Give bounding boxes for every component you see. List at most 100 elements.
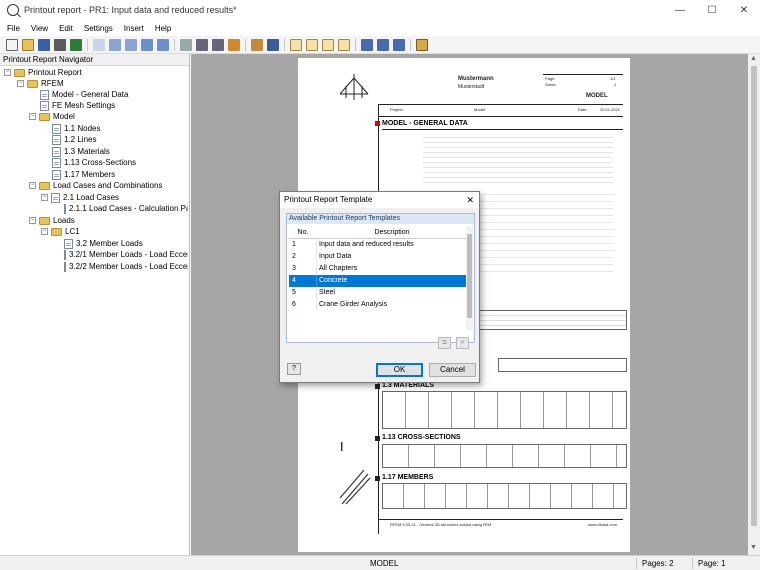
scrollbar-thumb[interactable] — [751, 66, 757, 526]
tree-item-printout-report[interactable]: − Printout Report — [4, 67, 82, 78]
header-line — [378, 116, 623, 117]
window-title: Printout report - PR1: Input data and re… — [24, 5, 237, 15]
report-template-icon[interactable] — [416, 38, 428, 51]
status-mode: MODEL — [370, 559, 399, 568]
fit-width-icon[interactable] — [180, 38, 192, 51]
tree-item-member-loads-ecc-2[interactable]: 3.2/2 Member Loads - Load Eccentricities — [64, 261, 188, 272]
page-setup-icon[interactable] — [228, 38, 240, 51]
table-row[interactable]: 6 Crane Girder Analysis — [289, 299, 467, 311]
tree-item-lines[interactable]: 1.2 Lines — [52, 134, 96, 145]
zoom-out-icon[interactable] — [212, 38, 224, 51]
tree-item-members[interactable]: 1.17 Members — [52, 169, 115, 180]
tree-item-model[interactable]: − Model — [29, 111, 75, 122]
close-button[interactable]: ✕ — [728, 0, 760, 20]
collapse-icon[interactable]: − — [41, 228, 48, 235]
tree-item-lc1[interactable]: − LC1 — [41, 226, 80, 237]
table-scrollbar-thumb[interactable] — [467, 234, 472, 318]
header-line — [378, 104, 623, 105]
last-page-icon[interactable] — [157, 38, 169, 51]
minimize-button[interactable]: — — [664, 0, 696, 20]
table-scrollbar[interactable] — [466, 226, 473, 330]
table-icon — [52, 169, 61, 180]
menu-edit[interactable]: Edit — [59, 24, 73, 33]
menu-file[interactable]: File — [7, 24, 20, 33]
collapse-icon[interactable]: − — [29, 217, 36, 224]
print-setup-icon[interactable] — [361, 38, 373, 51]
help-button[interactable]: ? — [287, 363, 301, 375]
row-description: Input Data — [319, 253, 352, 260]
tree-item-member-loads[interactable]: 3.2 Member Loads — [64, 238, 143, 249]
print-preview-icon[interactable] — [70, 38, 82, 51]
title-bar: Printout report - PR1: Input data and re… — [0, 0, 760, 20]
tree-item-loads[interactable]: − Loads — [29, 215, 75, 226]
collapse-icon[interactable]: − — [29, 182, 36, 189]
tree-item-load-cases-calculation-parameters[interactable]: 2.1.1 Load Cases - Calculation Parameter… — [64, 203, 188, 214]
menu-insert[interactable]: Insert — [124, 24, 144, 33]
tree-item-model-general-data[interactable]: Model - General Data — [40, 89, 128, 100]
tree-item-load-cases-combinations[interactable]: − Load Cases and Combinations — [29, 180, 162, 191]
section-bullet — [375, 476, 380, 481]
save-icon[interactable] — [38, 38, 50, 51]
first-page-icon[interactable] — [141, 38, 153, 51]
delete-template-button[interactable]: ✕ — [456, 337, 469, 349]
table-row[interactable]: 2 Input Data — [289, 251, 467, 263]
new-report-icon[interactable] — [6, 38, 18, 51]
collapse-icon[interactable]: − — [17, 80, 24, 87]
tree-item-cross-sections[interactable]: 1.13 Cross-Sections — [52, 157, 136, 168]
tree-item-label: 1.17 Members — [64, 170, 116, 179]
table-row[interactable]: 3 All Chapters — [289, 263, 467, 275]
menu-help[interactable]: Help — [155, 24, 171, 33]
export-icon[interactable] — [93, 38, 105, 51]
header-footer-icon[interactable] — [338, 38, 350, 51]
back-icon[interactable] — [109, 38, 121, 51]
tree-item-label: Model — [53, 112, 75, 121]
table-icon — [64, 203, 66, 214]
app-search-icon — [7, 4, 19, 16]
template-icon[interactable] — [267, 38, 279, 51]
collapse-icon[interactable]: − — [41, 194, 48, 201]
tree-item-nodes[interactable]: 1.1 Nodes — [52, 123, 100, 134]
folder-icon — [39, 112, 50, 121]
tree-item-member-loads-ecc-1[interactable]: 3.2/1 Member Loads - Load Eccentricities — [64, 249, 188, 260]
maximize-button[interactable]: ☐ — [696, 0, 728, 20]
section-materials: 1.3 MATERIALS — [382, 382, 434, 389]
cross-section-sketch — [339, 469, 371, 505]
sheet-value: 1 — [614, 82, 617, 87]
tree-item-fe-mesh-settings[interactable]: FE Mesh Settings — [40, 100, 115, 111]
tree-item-materials[interactable]: 1.3 Materials — [52, 146, 110, 157]
chapter-icon[interactable] — [306, 38, 318, 51]
print-icon[interactable] — [54, 38, 66, 51]
row-description: Steel — [319, 289, 335, 296]
menu-view[interactable]: View — [31, 24, 48, 33]
row-description: Input data and reduced results — [319, 241, 414, 248]
table-row[interactable]: 1 Input data and reduced results — [289, 239, 467, 251]
table-icon — [52, 123, 61, 134]
collapse-icon[interactable]: − — [29, 113, 36, 120]
graphic-icon[interactable] — [251, 38, 263, 51]
table-row[interactable]: 5 Steel — [289, 287, 467, 299]
report-footer-url: www.dlubal.com — [588, 522, 617, 527]
open-icon[interactable] — [22, 38, 34, 51]
table-row-selected[interactable]: 4 Concrete — [289, 275, 467, 287]
cover-sheet-icon[interactable] — [290, 38, 302, 51]
forward-icon[interactable] — [125, 38, 137, 51]
dialog-close-button[interactable]: ✕ — [466, 192, 474, 208]
tree-item-rfem[interactable]: − RFEM — [17, 78, 64, 89]
tree-item-load-cases[interactable]: − 2.1 Load Cases — [41, 192, 119, 203]
menu-settings[interactable]: Settings — [84, 24, 113, 33]
section-rule — [382, 129, 623, 130]
scroll-down-icon[interactable]: ▼ — [750, 544, 757, 551]
copy-template-button[interactable]: ⧉ — [438, 337, 451, 349]
tree-item-label: 2.1 Load Cases — [63, 193, 120, 202]
navigator-title: Printout Report Navigator — [0, 54, 189, 66]
settings-icon[interactable] — [393, 38, 405, 51]
zoom-in-icon[interactable] — [196, 38, 208, 51]
import-icon[interactable] — [377, 38, 389, 51]
section-bullet — [375, 436, 380, 441]
cancel-button[interactable]: Cancel — [429, 363, 476, 377]
ok-button[interactable]: OK — [376, 363, 423, 377]
scroll-up-icon[interactable]: ▲ — [750, 55, 757, 62]
table-of-contents-icon[interactable] — [322, 38, 334, 51]
collapse-icon[interactable]: − — [4, 69, 11, 76]
vertical-scrollbar[interactable]: ▲ ▼ — [748, 54, 760, 555]
